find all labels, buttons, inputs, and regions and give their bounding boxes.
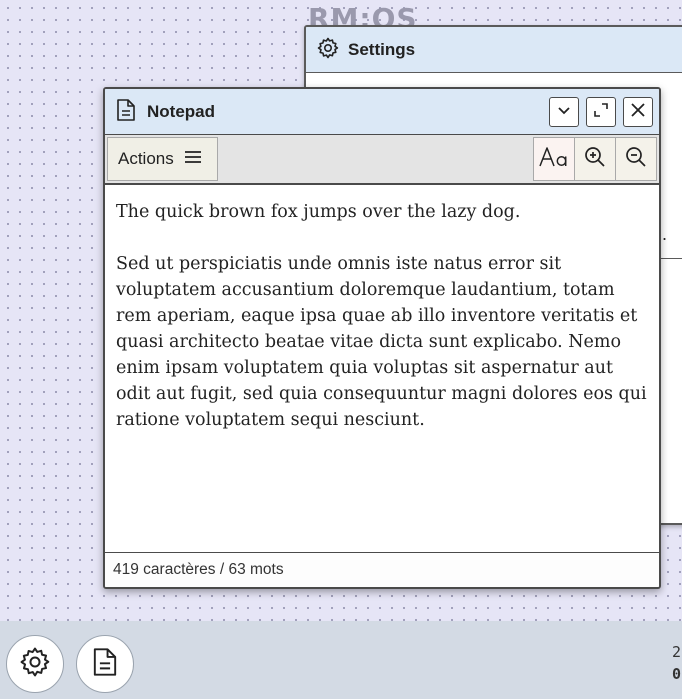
close-icon (630, 102, 646, 122)
taskbar-notepad-button[interactable] (76, 635, 134, 693)
expand-icon (593, 102, 609, 122)
notepad-status-bar: 419 caractères / 63 mots (105, 552, 659, 587)
settings-titlebar[interactable]: Settings (306, 27, 682, 73)
notepad-window[interactable]: Notepad Actions The quick brown fox jump… (103, 87, 661, 589)
notepad-toolbar: Actions (105, 135, 659, 185)
close-button[interactable] (623, 97, 653, 127)
format-tools (533, 137, 657, 181)
settings-text-fragment: . (662, 224, 668, 244)
chevron-down-icon (556, 102, 572, 122)
taskbar: 2 0 (0, 621, 682, 699)
taskbar-settings-button[interactable] (6, 635, 64, 693)
actions-label: Actions (118, 149, 174, 168)
settings-title: Settings (348, 39, 416, 59)
settings-divider (660, 258, 682, 259)
notepad-title: Notepad (147, 101, 215, 121)
gear-icon (18, 645, 52, 683)
clock-time: 0 (672, 665, 682, 683)
zoom-in-button[interactable] (574, 137, 616, 181)
font-size-button[interactable] (533, 137, 575, 181)
actions-menu-button[interactable]: Actions (107, 137, 218, 181)
gear-icon (316, 36, 340, 64)
zoom-out-icon (625, 146, 647, 172)
zoom-in-icon (584, 146, 606, 172)
notepad-text-area[interactable]: The quick brown fox jumps over the lazy … (105, 185, 659, 552)
font-size-icon (538, 146, 570, 172)
taskbar-clock: 2 0 (672, 641, 682, 685)
character-word-count: 419 caractères / 63 mots (113, 561, 284, 578)
maximize-button[interactable] (586, 97, 616, 127)
document-icon (115, 98, 137, 126)
document-icon (91, 646, 119, 682)
minimize-button[interactable] (549, 97, 579, 127)
notepad-titlebar[interactable]: Notepad (105, 89, 659, 135)
zoom-out-button[interactable] (615, 137, 657, 181)
hamburger-menu-icon (184, 149, 202, 169)
window-controls (549, 97, 653, 127)
clock-date: 2 (672, 643, 682, 661)
